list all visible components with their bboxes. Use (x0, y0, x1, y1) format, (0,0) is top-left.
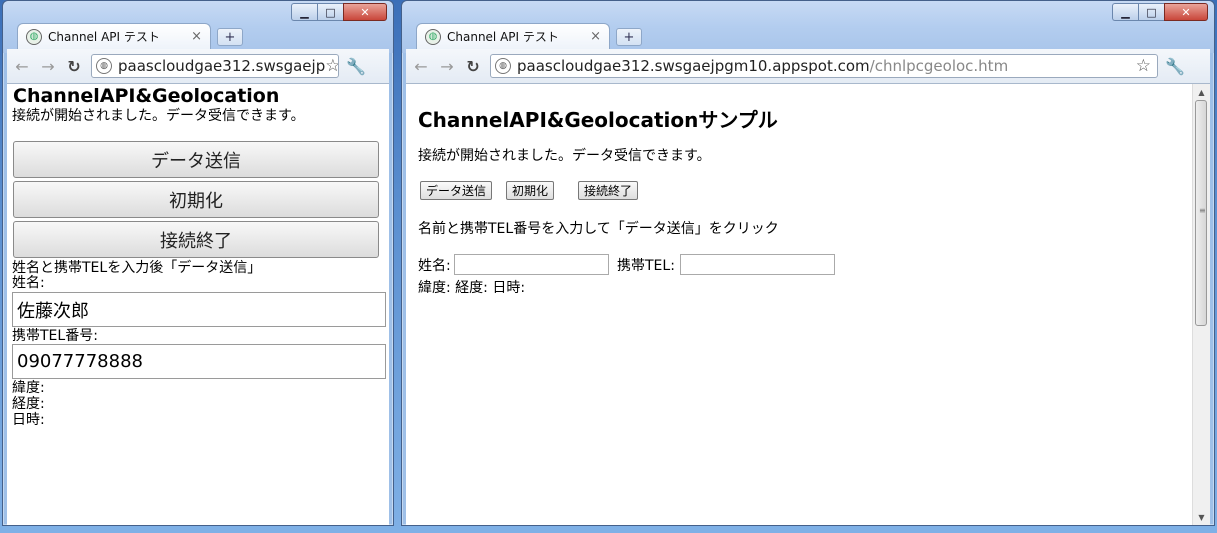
left-window-controls: ▁ □ ✕ (291, 3, 387, 21)
name-label: 姓名: (12, 275, 45, 291)
scroll-down-arrow-icon[interactable]: ▼ (1193, 509, 1210, 525)
vertical-scrollbar[interactable]: ▲ ≡ ▼ (1192, 84, 1210, 525)
minimize-button[interactable]: ▁ (1112, 3, 1138, 21)
tel-label: 携帯TEL: (617, 258, 675, 274)
longitude-label: 経度: (12, 396, 45, 412)
initialize-button[interactable]: 初期化 (506, 181, 555, 200)
url-host: paascloudgae312.swsgaejpgm10.appspot.com (517, 57, 870, 75)
right-toolbar: ← → ↻ ◍ paascloudgae312.swsgaejpgm10.app… (406, 49, 1210, 84)
address-bar[interactable]: ◍ paascloudgae312.swsgaejp ☆ (91, 54, 339, 78)
right-page-content: ChannelAPI&Geolocationサンプル 接続が開始されました。デー… (406, 84, 1210, 525)
tab-close-icon[interactable]: × (590, 29, 601, 44)
end-connection-button[interactable]: 接続終了 (578, 181, 639, 200)
name-input[interactable] (454, 254, 609, 275)
url-path: /chnlpcgeoloc.htm (869, 57, 1009, 75)
page-title: ChannelAPI&Geolocation (13, 85, 280, 107)
left-page-content: ChannelAPI&Geolocation 接続が開始されました。データ受信で… (7, 84, 389, 525)
wrench-icon[interactable]: 🔧 (1162, 57, 1188, 76)
tab-title: Channel API テスト (447, 30, 559, 44)
connection-status: 接続が開始されました。データ受信できます。 (418, 148, 711, 164)
tab-title: Channel API テスト (48, 30, 160, 44)
tab-close-icon[interactable]: × (191, 29, 202, 44)
name-input[interactable] (12, 292, 386, 327)
send-data-button[interactable]: データ送信 (420, 181, 493, 200)
new-tab-button[interactable]: + (217, 28, 243, 46)
page-icon: ◍ (495, 58, 511, 74)
back-icon[interactable]: ← (410, 57, 432, 76)
initialize-button[interactable]: 初期化 (13, 181, 379, 218)
new-tab-button[interactable]: + (616, 28, 642, 46)
back-icon[interactable]: ← (11, 57, 33, 76)
star-icon[interactable]: ☆ (1136, 56, 1151, 76)
instruction-text: 姓名と携帯TELを入力後「データ送信」 (12, 260, 262, 276)
scroll-up-arrow-icon[interactable]: ▲ (1193, 84, 1210, 100)
end-connection-button[interactable]: 接続終了 (13, 221, 379, 258)
star-icon[interactable]: ☆ (325, 56, 338, 76)
tel-label: 携帯TEL番号: (12, 328, 98, 344)
right-window-controls: ▁ □ ✕ (1112, 3, 1208, 21)
send-data-button[interactable]: データ送信 (13, 141, 379, 178)
close-button[interactable]: ✕ (343, 3, 387, 21)
instruction-text: 名前と携帯TEL番号を入力して「データ送信」をクリック (418, 221, 779, 237)
globe-icon: ◍ (26, 28, 42, 45)
wrench-icon[interactable]: 🔧 (343, 57, 369, 76)
tel-input[interactable] (680, 254, 835, 275)
url-host: paascloudgae312.swsgaejp (118, 57, 326, 75)
datetime-label: 日時: (12, 412, 45, 428)
maximize-button[interactable]: □ (317, 3, 343, 21)
right-browser-window: ▁ □ ✕ ◍ Channel API テスト × + ← → ↻ ◍ paas… (401, 0, 1215, 526)
forward-icon[interactable]: → (37, 57, 59, 76)
minimize-button[interactable]: ▁ (291, 3, 317, 21)
scroll-thumb[interactable]: ≡ (1195, 100, 1207, 326)
tel-input[interactable] (12, 344, 386, 379)
forward-icon[interactable]: → (436, 57, 458, 76)
latitude-label: 緯度: (12, 380, 45, 396)
scroll-grip-icon: ≡ (1199, 206, 1206, 215)
reload-icon[interactable]: ↻ (462, 57, 484, 76)
page-icon: ◍ (96, 58, 112, 74)
maximize-button[interactable]: □ (1138, 3, 1164, 21)
left-toolbar: ← → ↻ ◍ paascloudgae312.swsgaejp ☆ 🔧 (7, 49, 389, 84)
globe-icon: ◍ (425, 28, 441, 45)
left-browser-window: ▁ □ ✕ ◍ Channel API テスト × + ← → ↻ ◍ paas… (2, 0, 394, 526)
right-tab[interactable]: ◍ Channel API テスト × (416, 23, 610, 49)
page-title: ChannelAPI&Geolocationサンプル (418, 108, 778, 132)
geo-info-text: 緯度: 経度: 日時: (418, 280, 526, 296)
address-bar[interactable]: ◍ paascloudgae312.swsgaejpgm10.appspot.c… (490, 54, 1158, 78)
left-tab[interactable]: ◍ Channel API テスト × (17, 23, 211, 49)
connection-status: 接続が開始されました。データ受信できます。 (12, 108, 305, 124)
close-button[interactable]: ✕ (1164, 3, 1208, 21)
name-label: 姓名: (418, 258, 451, 274)
reload-icon[interactable]: ↻ (63, 57, 85, 76)
